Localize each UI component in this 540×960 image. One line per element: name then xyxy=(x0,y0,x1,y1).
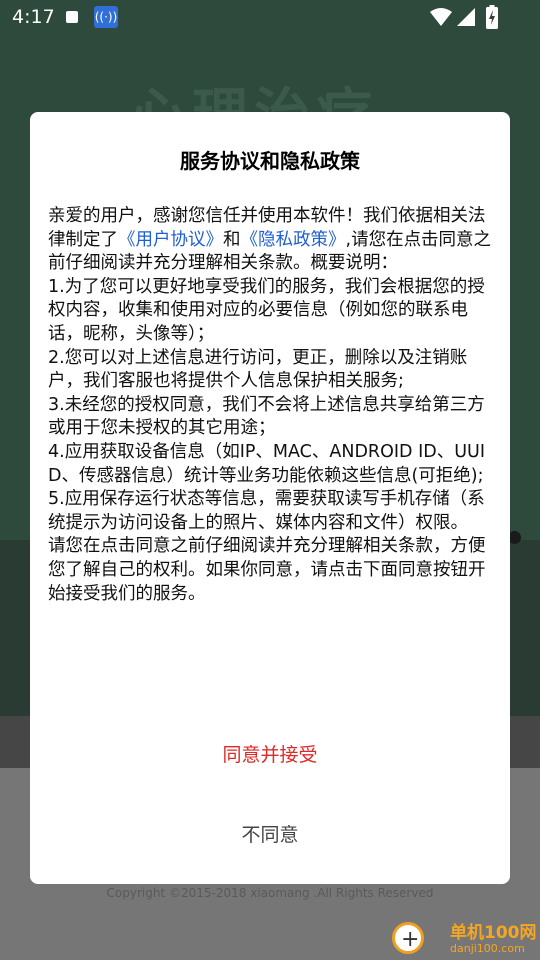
intro-text-2: 和 xyxy=(223,229,241,250)
dialog-body: 亲爱的用户，感谢您信任并使用本软件！我们依据相关法律制定了《用户协议》和《隐私政… xyxy=(48,205,494,606)
dialog-title: 服务协议和隐私政策 xyxy=(180,149,360,173)
summary-item: 4.应用获取设备信息（如IP、MAC、ANDROID ID、UUID、传感器信息… xyxy=(48,441,485,486)
watermark-url: danji100.com xyxy=(450,942,525,955)
watermark-logo-icon: + xyxy=(392,922,424,954)
summary-item: 2.您可以对上述信息进行访问，更正，删除以及注销账户，我们客服也将提供个人信息保… xyxy=(48,347,468,392)
status-time: 4:17 xyxy=(12,6,55,28)
privacy-dialog: 服务协议和隐私政策 亲爱的用户，感谢您信任并使用本软件！我们依据相关法律制定了《… xyxy=(30,112,510,884)
agree-button[interactable]: 同意并接受 xyxy=(30,740,510,767)
wifi-icon xyxy=(430,8,452,26)
dialog-closing: 请您在点击同意之前仔细阅读并充分理解相关条款，方便您了解自己的权利。如果你同意，… xyxy=(48,536,486,604)
watermark-name: 单机100网 xyxy=(450,923,537,943)
notification-square-icon xyxy=(66,11,78,23)
signal-icon xyxy=(457,8,475,26)
summary-item: 3.未经您的授权同意，我们不会将上述信息共享给第三方或用于您未授权的其它用途； xyxy=(48,394,485,439)
disagree-button[interactable]: 不同意 xyxy=(30,820,510,847)
user-agreement-link[interactable]: 《用户协议》 xyxy=(118,230,223,250)
nfc-icon: ((·)) xyxy=(94,6,118,28)
summary-item: 1.为了您可以更好地享受我们的服务，我们会根据您的授权内容，收集和使用对应的必要… xyxy=(48,276,485,344)
dialog-intro: 亲爱的用户，感谢您信任并使用本软件！我们依据相关法律制定了《用户协议》和《隐私政… xyxy=(48,205,494,276)
status-bar: 4:17 ((·)) xyxy=(0,0,540,36)
battery-charging-icon xyxy=(486,5,498,29)
copyright-text: Copyright ©2015-2018 xiaomang .All Right… xyxy=(106,886,434,900)
watermark: + 单机100网 danji100.com xyxy=(392,918,540,960)
summary-item: 5.应用保存运行状态等信息，需要获取读写手机存储（系统提示为访问设备上的照片、媒… xyxy=(48,489,485,533)
privacy-policy-link[interactable]: 《隐私政策》 xyxy=(241,230,346,250)
